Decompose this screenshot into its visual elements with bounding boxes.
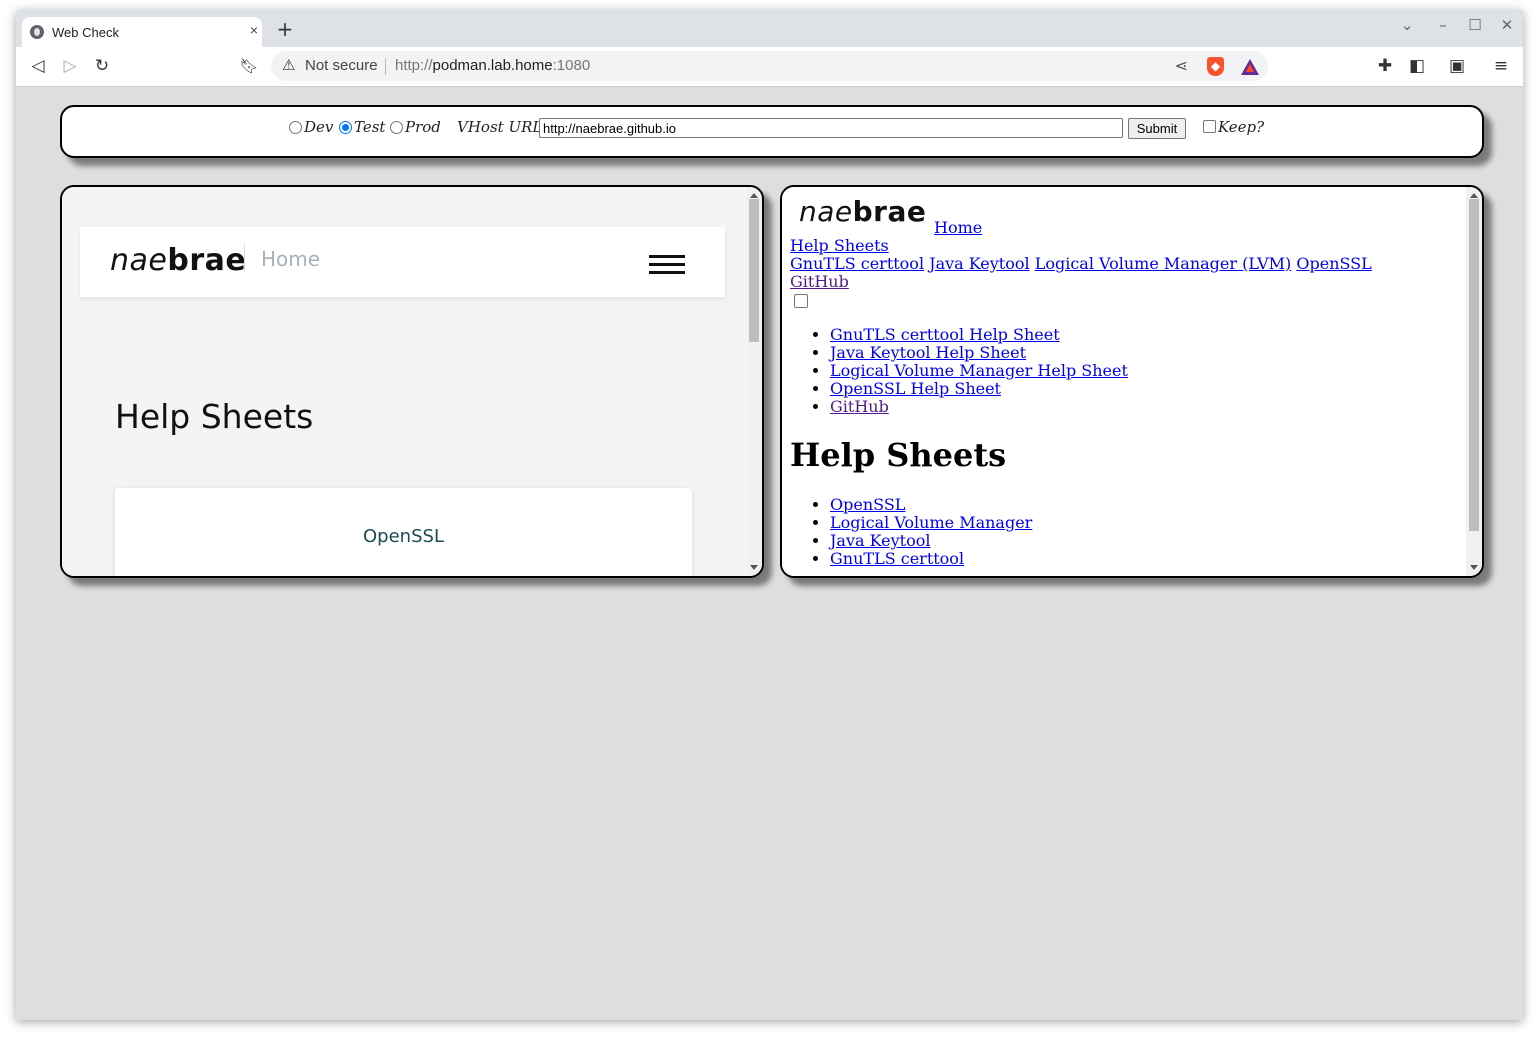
- page-heading: Help Sheets: [115, 397, 314, 436]
- home-link[interactable]: Home: [934, 218, 982, 237]
- warning-icon: ⚠: [282, 57, 296, 74]
- right-preview-pane: naebrae Home Help Sheets GnuTLS certtool…: [780, 185, 1484, 578]
- back-icon[interactable]: ◁: [26, 55, 50, 77]
- forward-icon[interactable]: ▷: [58, 55, 82, 77]
- list-item: Java Keytool Help Sheet: [830, 344, 1128, 362]
- share-icon[interactable]: ⋖: [1175, 56, 1188, 76]
- list-item: Logical Volume Manager Help Sheet: [830, 362, 1128, 380]
- left-preview-pane: naebrae Home Help Sheets OpenSSL: [60, 185, 764, 578]
- browser-toolbar: ◁ ▷ ↻ 🔖︎ ⚠ Not secure http://podman.lab.…: [16, 47, 1523, 87]
- scroll-up-icon[interactable]: [1470, 193, 1478, 198]
- nav-link-gnutls[interactable]: GnuTLS certtool: [790, 254, 924, 273]
- nav-link-keytool[interactable]: Java Keytool: [929, 254, 1029, 273]
- site-logo[interactable]: naebrae: [110, 243, 246, 278]
- tab-close-icon[interactable]: ×: [244, 22, 264, 38]
- card-title[interactable]: OpenSSL: [115, 526, 692, 547]
- list-item: GnuTLS certtool: [830, 550, 1032, 568]
- site-logo[interactable]: naebrae: [799, 195, 926, 228]
- scroll-down-icon[interactable]: [750, 565, 758, 570]
- minimize-icon[interactable]: –: [1432, 16, 1454, 34]
- vhost-url-input[interactable]: http://naebrae.github.io: [539, 118, 1123, 138]
- menu-link-lvm[interactable]: Logical Volume Manager Help Sheet: [830, 361, 1128, 380]
- brave-shield-icon[interactable]: ◆: [1207, 57, 1224, 76]
- scroll-thumb[interactable]: [749, 199, 759, 342]
- menu-toggle-checkbox[interactable]: [794, 294, 808, 308]
- sidebar-icon[interactable]: ◧: [1405, 55, 1429, 77]
- sheet-list: OpenSSL Logical Volume Manager Java Keyt…: [830, 496, 1032, 568]
- url-host: podman.lab.home: [432, 57, 553, 74]
- new-tab-button[interactable]: +: [274, 19, 296, 41]
- right-site-frame[interactable]: naebrae Home Help Sheets GnuTLS certtool…: [782, 187, 1466, 576]
- radio-test-label: Test: [354, 118, 386, 136]
- hamburger-menu-icon[interactable]: [649, 255, 685, 275]
- security-label[interactable]: Not secure: [305, 57, 378, 74]
- sheet-link-openssl[interactable]: OpenSSL: [830, 495, 905, 514]
- radio-dev[interactable]: [289, 121, 302, 134]
- sheet-link-gnutls[interactable]: GnuTLS certtool: [830, 549, 964, 568]
- scroll-up-icon[interactable]: [750, 193, 758, 198]
- radio-prod[interactable]: [390, 121, 403, 134]
- omnibox-divider: [385, 58, 386, 75]
- menu-link-github[interactable]: GitHub: [830, 397, 889, 416]
- page-heading: Help Sheets: [790, 436, 1007, 474]
- tab-title: Web Check: [52, 25, 119, 40]
- menu-link-keytool[interactable]: Java Keytool Help Sheet: [830, 343, 1026, 362]
- globe-icon: [30, 25, 44, 39]
- left-site-frame[interactable]: naebrae Home Help Sheets OpenSSL: [62, 187, 746, 576]
- url-text[interactable]: http://podman.lab.home:1080: [395, 57, 590, 74]
- list-item: GnuTLS certtool Help Sheet: [830, 326, 1128, 344]
- extensions-icon[interactable]: ✚: [1373, 55, 1397, 77]
- nav-link-lvm[interactable]: Logical Volume Manager (LVM): [1035, 254, 1292, 273]
- site-navbar: naebrae Home: [80, 227, 725, 297]
- help-sheet-card[interactable]: OpenSSL: [115, 488, 692, 576]
- list-item: Java Keytool: [830, 532, 1032, 550]
- menu-list: GnuTLS certtool Help Sheet Java Keytool …: [830, 326, 1128, 416]
- url-scheme: http://: [395, 57, 433, 74]
- control-form: Dev Test Prod VHost URL: http://naebrae.…: [60, 105, 1484, 158]
- bookmark-icon[interactable]: 🔖︎: [237, 55, 261, 77]
- page-viewport: Dev Test Prod VHost URL: http://naebrae.…: [16, 87, 1523, 1020]
- tab-strip: Web Check × + ⌄ – ☐ ✕: [16, 10, 1523, 47]
- list-item: GitHub: [830, 398, 1128, 416]
- menu-link-gnutls[interactable]: GnuTLS certtool Help Sheet: [830, 325, 1060, 344]
- github-link[interactable]: GitHub: [790, 272, 849, 291]
- maximize-icon[interactable]: ☐: [1464, 16, 1486, 34]
- browser-window: Web Check × + ⌄ – ☐ ✕ ◁ ▷ ↻ 🔖︎ ⚠ Not sec…: [16, 10, 1523, 1020]
- menu-link-openssl[interactable]: OpenSSL Help Sheet: [830, 379, 1001, 398]
- menu-icon[interactable]: ≡: [1489, 55, 1513, 77]
- nav-links: GnuTLS certtool Java Keytool Logical Vol…: [790, 254, 1372, 273]
- help-sheets-link[interactable]: Help Sheets: [790, 236, 889, 255]
- radio-test[interactable]: [339, 121, 352, 134]
- sheet-link-keytool[interactable]: Java Keytool: [830, 531, 930, 550]
- radio-dev-label: Dev: [304, 118, 334, 136]
- list-item: OpenSSL: [830, 496, 1032, 514]
- vhost-label: VHost URL:: [457, 118, 548, 136]
- address-bar[interactable]: ⚠ Not secure http://podman.lab.home:1080…: [271, 51, 1268, 81]
- chevron-down-icon[interactable]: ⌄: [1396, 16, 1418, 34]
- scroll-thumb[interactable]: [1469, 199, 1479, 531]
- wallet-icon[interactable]: ▣: [1445, 55, 1469, 77]
- url-port: :1080: [552, 57, 591, 74]
- nav-link-openssl[interactable]: OpenSSL: [1296, 254, 1371, 273]
- nav-divider: [244, 244, 245, 272]
- radio-prod-label: Prod: [405, 118, 441, 136]
- right-pane-scrollbar[interactable]: [1466, 187, 1482, 576]
- close-icon[interactable]: ✕: [1496, 16, 1518, 34]
- keep-checkbox[interactable]: [1203, 120, 1216, 133]
- reload-icon[interactable]: ↻: [90, 55, 114, 77]
- sheet-link-lvm[interactable]: Logical Volume Manager: [830, 513, 1032, 532]
- left-pane-scrollbar[interactable]: [746, 187, 762, 576]
- nav-home-link[interactable]: Home: [261, 247, 320, 271]
- keep-label: Keep?: [1218, 118, 1265, 136]
- tab-web-check[interactable]: Web Check ×: [22, 17, 262, 47]
- bat-rewards-icon[interactable]: [1241, 59, 1259, 75]
- submit-button[interactable]: Submit: [1128, 118, 1186, 139]
- list-item: Logical Volume Manager: [830, 514, 1032, 532]
- scroll-down-icon[interactable]: [1470, 565, 1478, 570]
- list-item: OpenSSL Help Sheet: [830, 380, 1128, 398]
